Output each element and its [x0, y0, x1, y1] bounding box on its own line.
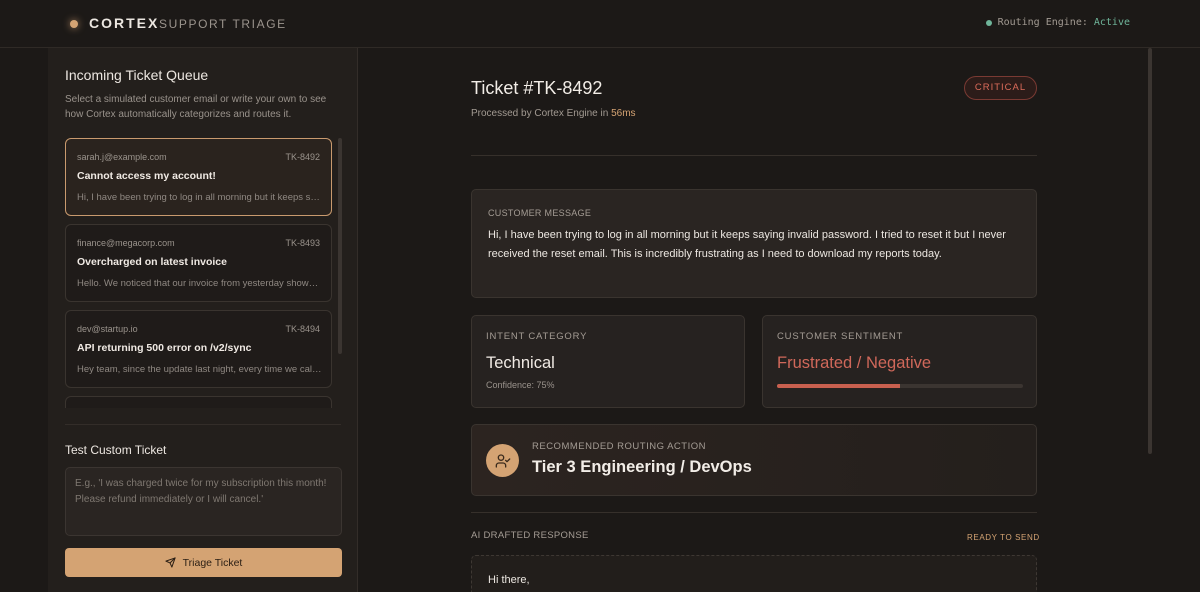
processed-label: Processed by Cortex Engine in — [471, 108, 609, 119]
draft-response-box[interactable]: Hi there, — [471, 555, 1037, 592]
draft-label: AI DRAFTED RESPONSE — [471, 530, 589, 541]
draft-greeting: Hi there, — [488, 574, 530, 586]
intent-confidence: Confidence: 75% — [486, 380, 555, 390]
queue-title: Incoming Ticket Queue — [65, 67, 209, 83]
sentiment-label: CUSTOMER SENTIMENT — [777, 331, 904, 342]
intent-category-card: INTENT CATEGORY Technical Confidence: 75… — [471, 315, 745, 408]
queue-description: Select a simulated customer email or wri… — [65, 94, 327, 120]
sentiment-bar-fill — [777, 384, 900, 388]
ticket-preview: Hi, I have been trying to log in all mor… — [77, 192, 322, 203]
custom-ticket-title: Test Custom Ticket — [65, 443, 167, 457]
brand-subtitle: SUPPORT TRIAGE — [159, 17, 287, 31]
ticket-queue: sarah.j@example.com TK-8492 Cannot acces… — [65, 138, 333, 408]
custom-ticket-input[interactable] — [65, 467, 342, 536]
routing-engine-status: Routing Engine: Active — [985, 17, 1130, 28]
ticket-email: sarah.j@example.com — [77, 152, 167, 162]
message-body: Hi, I have been trying to log in all mor… — [488, 229, 1006, 260]
processed-info: Processed by Cortex Engine in 56ms — [471, 108, 636, 119]
ticket-item[interactable]: dev@startup.io TK-8494 API returning 500… — [65, 310, 332, 388]
ticket-subject: API returning 500 error on /v2/sync — [77, 342, 252, 354]
queue-scrollbar[interactable] — [338, 138, 342, 354]
engine-label: Routing Engine: — [997, 17, 1088, 28]
routing-value: Tier 3 Engineering / DevOps — [532, 458, 752, 476]
divider — [65, 424, 341, 425]
send-icon — [165, 557, 176, 568]
triage-ticket-button[interactable]: Triage Ticket — [65, 548, 342, 577]
ticket-preview: Hello. We noticed that our invoice from … — [77, 278, 322, 289]
ticket-email: dev@startup.io — [77, 324, 138, 334]
brand-dot-icon — [70, 20, 78, 28]
sentiment-value: Frustrated / Negative — [777, 354, 932, 372]
sentiment-bar — [777, 384, 1023, 388]
ticket-email: finance@megacorp.com — [77, 238, 175, 248]
draft-status: READY TO SEND — [967, 533, 1040, 542]
divider — [471, 155, 1037, 156]
customer-sentiment-card: CUSTOMER SENTIMENT Frustrated / Negative — [762, 315, 1037, 408]
ticket-item[interactable]: sarah.j@example.com TK-8492 Cannot acces… — [65, 138, 332, 216]
ticket-subject: Cannot access my account! — [77, 170, 216, 182]
ticket-subject: Overcharged on latest invoice — [77, 256, 227, 268]
engine-status-value: Active — [1093, 17, 1130, 28]
routing-label: RECOMMENDED ROUTING ACTION — [532, 441, 706, 452]
divider — [471, 512, 1037, 513]
ticket-id: TK-8493 — [285, 238, 320, 248]
ticket-id: TK-8494 — [285, 324, 320, 334]
ticket-preview: Hey team, since the update last night, e… — [77, 364, 322, 375]
priority-badge: CRITICAL — [964, 76, 1037, 100]
ticket-title: Ticket #TK-8492 — [471, 78, 603, 98]
status-dot-icon — [985, 19, 992, 26]
message-label: CUSTOMER MESSAGE — [488, 208, 592, 218]
ticket-item[interactable]: finance@megacorp.com TK-8493 Overcharged… — [65, 224, 332, 302]
intent-value: Technical — [486, 354, 555, 372]
triage-button-label: Triage Ticket — [182, 556, 243, 569]
customer-message-card: CUSTOMER MESSAGE Hi, I have been trying … — [471, 189, 1037, 298]
intent-label: INTENT CATEGORY — [486, 331, 588, 342]
user-check-icon — [486, 444, 519, 477]
ticket-detail-panel: Ticket #TK-8492 Processed by Cortex Engi… — [359, 48, 1149, 592]
routing-action-card: RECOMMENDED ROUTING ACTION Tier 3 Engine… — [471, 424, 1037, 496]
ticket-id: TK-8492 — [285, 152, 320, 162]
top-bar: CORTEX SUPPORT TRIAGE Routing Engine: Ac… — [0, 0, 1200, 48]
processed-time: 56ms — [611, 108, 636, 119]
ticket-item[interactable] — [65, 396, 332, 408]
sidebar: Incoming Ticket Queue Select a simulated… — [48, 48, 358, 592]
brand-name: CORTEX — [89, 15, 160, 31]
main-scrollbar[interactable] — [1148, 48, 1152, 454]
